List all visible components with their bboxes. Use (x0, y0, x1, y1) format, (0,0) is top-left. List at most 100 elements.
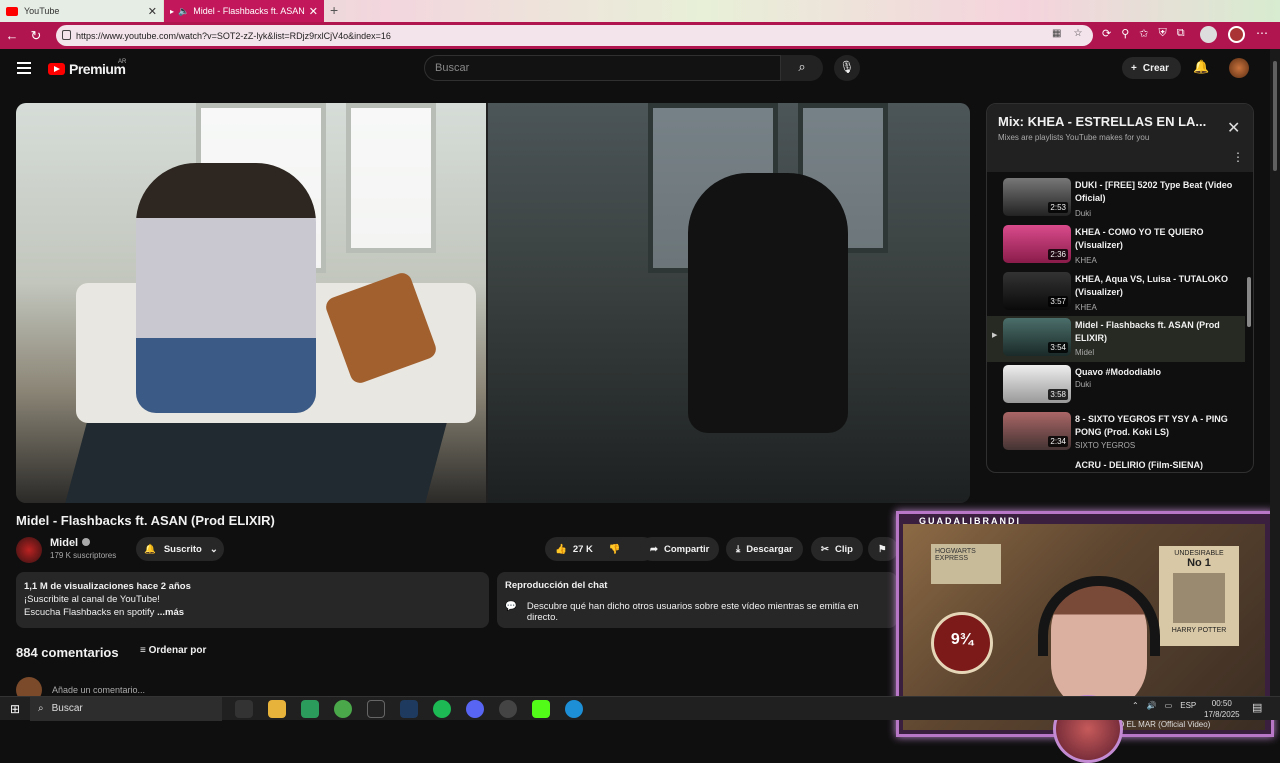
poster-line: UNDESIRABLE (1174, 550, 1224, 557)
playlist-item[interactable]: 2:36 KHEA - COMO YO TE QUIERO (Visualize… (987, 223, 1245, 269)
youtube-icon (6, 6, 18, 16)
volume-icon[interactable]: 🔊 (1147, 701, 1157, 710)
share-label: Compartir (663, 543, 710, 555)
share-button[interactable]: ➦ Compartir (640, 537, 720, 561)
duration: 2:36 (1048, 249, 1068, 260)
new-tab-icon[interactable]: + (330, 2, 338, 18)
page-scrollbar[interactable] (1270, 49, 1280, 696)
apps-icon[interactable]: ▦ (1052, 28, 1061, 39)
notifications-bell-icon[interactable]: 🔔 (1193, 59, 1209, 75)
back-icon[interactable]: ← (0, 28, 24, 43)
playlist-item-title: ACRU - DELIRIO (Film-SIENA) (1075, 460, 1203, 470)
like-dislike-button[interactable]: 👍 27 K 👎 (545, 537, 655, 561)
profile-icon[interactable] (1200, 26, 1217, 43)
save-button[interactable]: ⚑ (868, 537, 898, 561)
shield-icon[interactable]: ⛨ (1159, 27, 1167, 40)
search-button[interactable]: ⌕ (781, 55, 823, 81)
playlist-item-channel: SIXTO YEGROS (1075, 441, 1136, 450)
playlist-item-current[interactable]: ▶ 3:54 Midel - Flashbacks ft. ASAN (Prod… (987, 316, 1245, 362)
taskbar-search[interactable]: ⌕ Buscar (30, 696, 222, 721)
user-avatar[interactable] (1229, 58, 1249, 78)
chat-replay-text: Descubre qué han dicho otros usuarios so… (526, 601, 859, 623)
description-box[interactable]: 1,1 M de visualizaciones hace 2 años ¡Su… (16, 572, 489, 628)
chevron-up-icon[interactable]: ⌃ (1132, 701, 1139, 710)
close-tab-icon[interactable]: ✕ (148, 5, 157, 18)
account-icon[interactable] (1228, 26, 1245, 43)
person (136, 163, 316, 413)
chat-replay-box[interactable]: Reproducción del chat 💬 Descubre qué han… (497, 572, 897, 628)
edge-icon[interactable] (565, 700, 583, 718)
playlist-item[interactable]: 2:53 DUKI - [FREE] 5202 Type Beat (Video… (987, 176, 1245, 222)
steam-icon[interactable] (400, 700, 418, 718)
notifications-icon[interactable]: ▤ (1252, 701, 1262, 714)
more-menu-icon[interactable]: ⋯ (1256, 26, 1268, 40)
obs-icon[interactable] (499, 700, 517, 718)
bell-icon: 🔔 (144, 543, 156, 555)
download-label: Descargar (746, 543, 793, 555)
video-thumbnail: 2:36 (1003, 225, 1071, 263)
search-input[interactable]: Buscar (424, 55, 781, 81)
window (346, 103, 436, 253)
upload-age: hace 2 años (136, 581, 191, 592)
refresh-extension-icon[interactable]: ⟳ (1102, 27, 1111, 40)
favorites-icon[interactable]: ✩ (1139, 27, 1148, 40)
menu-icon[interactable] (17, 62, 31, 74)
clip-button[interactable]: ✂ Clip (811, 537, 863, 561)
reload-icon[interactable]: ↻ (24, 28, 48, 44)
voice-search-button[interactable]: 🎙 (834, 55, 860, 81)
close-tab-icon[interactable]: ✕ (309, 5, 318, 18)
video-player[interactable] (16, 103, 970, 503)
logo-text: Premium (69, 61, 126, 77)
extension-icon[interactable]: ⚲ (1121, 27, 1129, 40)
comment-input[interactable]: Añade un comentario... (52, 685, 145, 695)
youtube-premium-logo[interactable]: Premium AR (48, 59, 126, 77)
playlist-item[interactable]: 2:34 8 - SIXTO YEGROS FT YSY A - PING PO… (987, 410, 1245, 456)
playlist-item[interactable]: 3:57 KHEA, Aqua VS, Luisa - TUTALOKO (Vi… (987, 270, 1245, 316)
playlist-item-channel: Duki (1075, 209, 1092, 218)
tab-active-video[interactable]: ▸ 🔈 Midel - Flashbacks ft. ASAN ✕ (164, 0, 324, 22)
sort-comments-button[interactable]: ≡ Ordenar por (140, 645, 206, 656)
favorite-star-icon[interactable]: ☆ (1073, 28, 1082, 39)
playlist-item[interactable]: ACRU - DELIRIO (Film-SIENA) (987, 456, 1245, 472)
now-playing-icon: ▶ (992, 332, 998, 339)
more-link[interactable]: ...más (157, 607, 184, 618)
app-icon[interactable] (301, 700, 319, 718)
more-options-icon[interactable]: ⋮ (1232, 150, 1244, 164)
description-line: ¡Suscribite al canal de YouTube! (24, 594, 160, 605)
create-button[interactable]: + Crear (1122, 57, 1181, 79)
scroll-thumb[interactable] (1273, 61, 1277, 171)
spotify-icon[interactable] (433, 700, 451, 718)
channel-name[interactable]: Midel (50, 537, 91, 549)
url-actions: ▦ ☆ (1052, 28, 1082, 39)
windows-start-icon[interactable]: ⊞ (0, 702, 30, 716)
xbox-icon[interactable] (334, 700, 352, 718)
download-button[interactable]: ⤓ Descargar (726, 537, 803, 561)
subscribed-button[interactable]: 🔔 Suscrito ⌄ (136, 537, 224, 561)
description-line: Escucha Flashbacks en spotify (24, 607, 155, 618)
file-explorer-icon[interactable] (268, 700, 286, 718)
collections-icon[interactable]: ⧉ (1177, 27, 1185, 40)
playlist-item-channel: Duki (1075, 380, 1092, 389)
kick-icon[interactable] (532, 700, 550, 718)
plus-icon: + (1131, 62, 1137, 74)
channel-avatar[interactable] (16, 537, 42, 563)
language-indicator[interactable]: ESP (1180, 701, 1196, 710)
task-view-icon[interactable] (235, 700, 253, 718)
network-icon[interactable]: ▭ (1165, 701, 1173, 710)
playlist-scrollbar[interactable] (1246, 172, 1252, 472)
clock[interactable]: 00:50 17/8/2025 (1204, 698, 1240, 720)
speaker-icon[interactable]: 🔈 (178, 6, 189, 17)
thumbs-down-icon[interactable]: 👎 (609, 544, 621, 555)
scroll-thumb[interactable] (1247, 277, 1251, 327)
playlist-item-title: 8 - SIXTO YEGROS FT YSY A - PING PONG (P… (1075, 414, 1228, 437)
thumbs-up-icon[interactable]: 👍 (555, 544, 567, 555)
view-count: 1,1 M de visualizaciones (24, 581, 134, 592)
epic-games-icon[interactable] (367, 700, 385, 718)
tab-youtube[interactable]: YouTube ✕ (0, 0, 163, 22)
video-thumbnail: 2:53 (1003, 178, 1071, 216)
url-field[interactable]: https://www.youtube.com/watch?v=SOT2-zZ-… (56, 25, 1093, 46)
playlist-item[interactable]: 3:58 Quavo #Mododiablo Duki (987, 363, 1245, 409)
discord-icon[interactable] (466, 700, 484, 718)
playlist-title[interactable]: Mix: KHEA - ESTRELLAS EN LA... (998, 114, 1242, 129)
close-icon[interactable]: ✕ (1227, 118, 1240, 138)
